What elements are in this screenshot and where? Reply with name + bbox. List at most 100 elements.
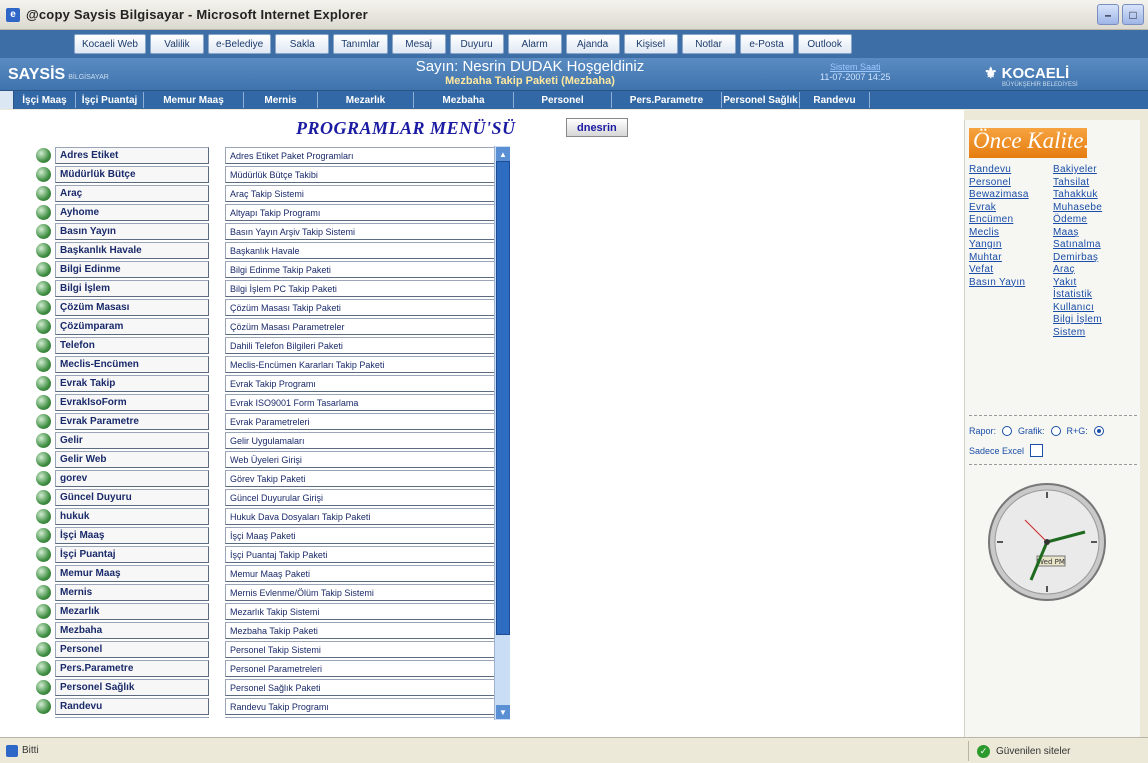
program-name-button[interactable]: Personel: [55, 641, 209, 658]
scroll-down-arrow-icon[interactable]: ▼: [496, 705, 510, 719]
topnav-tab[interactable]: Alarm: [507, 34, 562, 54]
program-description[interactable]: Mernis Evlenme/Ölüm Takip Sistemi: [225, 584, 509, 601]
sidebar-link[interactable]: Tahsilat: [1053, 177, 1102, 190]
sidebar-link[interactable]: Maaş: [1053, 227, 1102, 240]
scroll-up-arrow-icon[interactable]: ▲: [496, 147, 510, 161]
subnav-item[interactable]: Personel Sağlık: [722, 92, 800, 108]
sidebar-link[interactable]: Yakıt: [1053, 277, 1102, 290]
program-description[interactable]: Randevu Takip Programı: [225, 698, 509, 715]
sidebar-link[interactable]: Personel: [969, 177, 1029, 190]
program-description[interactable]: Altyapı Takip Programı: [225, 204, 509, 221]
rg-radio[interactable]: [1093, 426, 1104, 436]
sidebar-link[interactable]: Bilgi İşlem: [1053, 314, 1102, 327]
topnav-tab[interactable]: Valilik: [149, 34, 204, 54]
topnav-tab[interactable]: Notlar: [681, 34, 736, 54]
program-name-button[interactable]: Mezbaha: [55, 622, 209, 639]
program-name-button[interactable]: Gelir: [55, 432, 209, 449]
system-time-label[interactable]: Sistem Saati: [820, 62, 890, 72]
topnav-tab[interactable]: Outlook: [797, 34, 852, 54]
topnav-tab[interactable]: Ajanda: [565, 34, 620, 54]
subnav-left-edge[interactable]: [0, 91, 14, 109]
rapor-radio[interactable]: [1002, 426, 1013, 436]
sidebar-link[interactable]: Meclis: [969, 227, 1029, 240]
program-name-button[interactable]: Çözüm Masası: [55, 299, 209, 316]
subnav-item[interactable]: Mezbaha: [414, 92, 514, 108]
sidebar-link[interactable]: Vefat: [969, 264, 1029, 277]
topnav-tab[interactable]: Sakla: [275, 34, 330, 54]
program-name-button[interactable]: Memur Maaş: [55, 565, 209, 582]
program-description[interactable]: Güncel Duyurular Girişi: [225, 489, 509, 506]
program-description[interactable]: İşçi Puantaj Takip Paketi: [225, 546, 509, 563]
subnav-item[interactable]: İşçi Puantaj: [76, 92, 144, 108]
program-description[interactable]: Meclis-Encümen Kararları Takip Paketi: [225, 356, 509, 373]
subnav-item[interactable]: Mezarlık: [318, 92, 414, 108]
topnav-tab[interactable]: Duyuru: [449, 34, 504, 54]
sidebar-link[interactable]: Muhasebe: [1053, 202, 1102, 215]
program-description[interactable]: Mezarlık Takip Sistemi: [225, 603, 509, 620]
program-name-button[interactable]: Gelir Web: [55, 451, 209, 468]
sidebar-link[interactable]: İstatistik: [1053, 289, 1102, 302]
sidebar-link[interactable]: Demirbaş: [1053, 252, 1102, 265]
program-description[interactable]: Hukuk Dava Dosyaları Takip Paketi: [225, 508, 509, 525]
program-description[interactable]: Adres Etiket Paket Programları: [225, 147, 509, 164]
program-name-button[interactable]: hukuk: [55, 508, 209, 525]
user-button[interactable]: dnesrin: [566, 118, 628, 137]
program-description[interactable]: Görev Takip Paketi: [225, 470, 509, 487]
sidebar-link[interactable]: Randevu: [969, 164, 1029, 177]
program-name-button[interactable]: Adres Etiket: [55, 147, 209, 164]
sidebar-link[interactable]: Sistem: [1053, 327, 1102, 340]
program-description[interactable]: Mezbaha Takip Paketi: [225, 622, 509, 639]
program-name-button[interactable]: Randevu: [55, 698, 209, 715]
program-name-button[interactable]: Satınalma: [55, 717, 209, 718]
program-name-button[interactable]: Pers.Parametre: [55, 660, 209, 677]
program-description[interactable]: Dahili Telefon Bilgileri Paketi: [225, 337, 509, 354]
program-description[interactable]: Başkanlık Havale: [225, 242, 509, 259]
program-name-button[interactable]: Meclis-Encümen: [55, 356, 209, 373]
sidebar-link[interactable]: Bewazimasa: [969, 189, 1029, 202]
sidebar-link[interactable]: Tahakkuk: [1053, 189, 1102, 202]
topnav-tab[interactable]: Tanımlar: [333, 34, 388, 54]
program-description[interactable]: Web Üyeleri Girişi: [225, 451, 509, 468]
topnav-tab[interactable]: Mesaj: [391, 34, 446, 54]
sidebar-link[interactable]: Ödeme: [1053, 214, 1102, 227]
topnav-tab[interactable]: e-Posta: [739, 34, 794, 54]
program-name-button[interactable]: Başkanlık Havale: [55, 242, 209, 259]
topnav-tab[interactable]: Kocaeli Web: [74, 34, 146, 54]
minimize-button[interactable]: –: [1097, 4, 1119, 25]
scroll-thumb[interactable]: [496, 161, 510, 635]
subnav-item[interactable]: İşçi Maaş: [14, 92, 76, 108]
subnav-item[interactable]: Personel: [514, 92, 612, 108]
program-name-button[interactable]: İşçi Puantaj: [55, 546, 209, 563]
program-description[interactable]: Personel Takip Sistemi: [225, 641, 509, 658]
topnav-tab[interactable]: e-Belediye: [207, 34, 272, 54]
program-name-button[interactable]: Araç: [55, 185, 209, 202]
subnav-item[interactable]: Randevu: [800, 92, 870, 108]
program-name-button[interactable]: Çözümparam: [55, 318, 209, 335]
sidebar-link[interactable]: Kullanıcı: [1053, 302, 1102, 315]
program-description[interactable]: Çözüm Masası Parametreler: [225, 318, 509, 335]
program-name-button[interactable]: Bilgi Edinme: [55, 261, 209, 278]
sidebar-link[interactable]: Encümen: [969, 214, 1029, 227]
program-name-button[interactable]: Ayhome: [55, 204, 209, 221]
program-name-button[interactable]: Mezarlık: [55, 603, 209, 620]
program-description[interactable]: Çözüm Masası Takip Paketi: [225, 299, 509, 316]
program-description[interactable]: Evrak Takip Programı: [225, 375, 509, 392]
program-description[interactable]: Evrak Parametreleri: [225, 413, 509, 430]
program-name-button[interactable]: Müdürlük Bütçe: [55, 166, 209, 183]
program-name-button[interactable]: EvrakIsoForm: [55, 394, 209, 411]
program-name-button[interactable]: gorev: [55, 470, 209, 487]
program-list-scrollbar[interactable]: ▲ ▼: [494, 146, 510, 720]
subnav-item[interactable]: Memur Maaş: [144, 92, 244, 108]
program-name-button[interactable]: İşçi Maaş: [55, 527, 209, 544]
program-description[interactable]: Basın Yayın Arşiv Takip Sistemi: [225, 223, 509, 240]
sidebar-link[interactable]: Yangın: [969, 239, 1029, 252]
maximize-button[interactable]: □: [1122, 4, 1144, 25]
program-description[interactable]: İşçi Maaş Paketi: [225, 527, 509, 544]
grafik-radio[interactable]: [1050, 426, 1061, 436]
program-name-button[interactable]: Mernis: [55, 584, 209, 601]
program-description[interactable]: Bilgi Edinme Takip Paketi: [225, 261, 509, 278]
program-description[interactable]: Evrak ISO9001 Form Tasarlama: [225, 394, 509, 411]
program-name-button[interactable]: Güncel Duyuru: [55, 489, 209, 506]
subnav-item[interactable]: Mernis: [244, 92, 318, 108]
program-description[interactable]: Bilgi İşlem PC Takip Paketi: [225, 280, 509, 297]
